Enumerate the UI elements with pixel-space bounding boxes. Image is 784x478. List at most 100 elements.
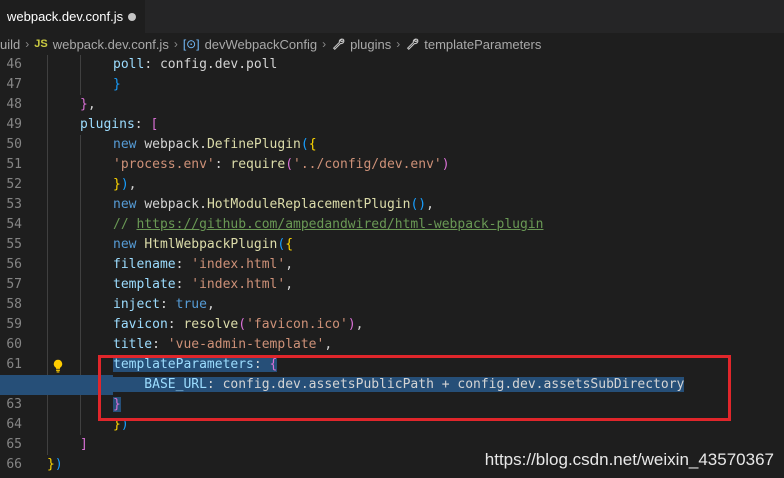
js-file-icon: JS — [34, 38, 48, 50]
line-number: 55 — [6, 237, 22, 252]
code-token: 'process.env' — [113, 157, 215, 172]
code-token: } — [80, 97, 88, 112]
indent-guide — [80, 175, 81, 195]
code-token: https://github.com/ampedandwired/html-we… — [136, 217, 544, 232]
indent-guide — [80, 315, 81, 335]
code-token: : — [167, 317, 184, 332]
indent-guide — [47, 55, 48, 75]
breadcrumb: uild › JS webpack.dev.conf.js › [⊙] devW… — [0, 33, 784, 55]
code-token: : — [134, 117, 151, 132]
code-token: ( — [285, 157, 294, 172]
line-number: 65 — [6, 437, 22, 452]
line-number: 56 — [6, 257, 22, 272]
code-token: ] — [80, 437, 88, 452]
code-line[interactable]: 56 filename: 'index.html', — [0, 255, 784, 275]
line-number: 47 — [6, 77, 22, 92]
indent-guide — [80, 55, 81, 75]
code-token: ) — [54, 457, 63, 472]
code-token: filename — [113, 257, 176, 272]
code-token: // — [113, 217, 137, 232]
line-number: 46 — [6, 57, 22, 72]
line-number: 51 — [6, 157, 22, 172]
code-token: 'favicon.ico' — [246, 317, 348, 332]
indent-guide — [80, 255, 81, 275]
indent-guide — [80, 415, 81, 435]
code-token: 'index.html' — [191, 257, 286, 272]
wrench-icon — [332, 38, 345, 50]
line-number: 60 — [6, 337, 22, 352]
indent-guide — [47, 75, 48, 95]
indent-guide — [47, 95, 48, 115]
code-line[interactable]: 47} — [0, 75, 784, 95]
code-token: 'index.html' — [191, 277, 286, 292]
code-token: [ — [150, 117, 159, 132]
lightbulb-icon[interactable] — [52, 359, 64, 373]
code-token: ) — [418, 197, 427, 212]
line-number: 59 — [6, 317, 22, 332]
code-text: } — [113, 75, 121, 95]
indent-guide — [47, 235, 48, 255]
code-text: new webpack.DefinePlugin({ — [113, 135, 317, 155]
code-line[interactable]: 58 inject: true, — [0, 295, 784, 315]
line-number: 52 — [6, 177, 22, 192]
code-line[interactable]: 52}), — [0, 175, 784, 195]
indent-guide — [47, 275, 48, 295]
code-editor[interactable]: 46 poll: config.dev.poll 47} 48}, 49 plugins:… — [0, 55, 784, 478]
code-line[interactable]: 48}, — [0, 95, 784, 115]
code-line[interactable]: 49 plugins: [ — [0, 115, 784, 135]
code-text: favicon: resolve('favicon.ico'), — [113, 315, 363, 335]
code-token: ( — [300, 137, 309, 152]
indent-guide — [47, 355, 48, 375]
code-token: , — [128, 177, 137, 192]
code-text: 'process.env': require('../config/dev.en… — [113, 155, 450, 175]
code-text: plugins: [ — [80, 115, 158, 135]
indent-guide — [47, 195, 48, 215]
code-line[interactable]: 46 poll: config.dev.poll — [0, 55, 784, 75]
code-token: : — [152, 337, 168, 352]
code-token: inject — [113, 297, 160, 312]
code-text: filename: 'index.html', — [113, 255, 293, 275]
breadcrumb-item-template-parameters[interactable]: templateParameters — [424, 37, 541, 52]
tab-bar: webpack.dev.conf.js — [0, 0, 784, 33]
indent-guide — [47, 315, 48, 335]
code-line[interactable]: 59 favicon: resolve('favicon.ico'), — [0, 315, 784, 335]
code-token: webpack. — [144, 137, 207, 152]
line-number: 54 — [6, 217, 22, 232]
indent-guide — [80, 355, 81, 375]
unsaved-dot-icon[interactable] — [128, 13, 136, 21]
breadcrumb-item-file[interactable]: webpack.dev.conf.js — [53, 37, 169, 52]
indent-guide — [47, 175, 48, 195]
watermark: https://blog.csdn.net/weixin_43570367 — [484, 450, 774, 469]
code-line[interactable]: 51 'process.env': require('../config/dev.… — [0, 155, 784, 175]
code-line[interactable]: 60 title: 'vue-admin-template', — [0, 335, 784, 355]
code-text: title: 'vue-admin-template', — [113, 335, 332, 355]
indent-guide — [47, 135, 48, 155]
indent-guide — [80, 155, 81, 175]
code-token: 'vue-admin-template' — [167, 337, 325, 352]
code-token: favicon — [113, 317, 168, 332]
code-token: ) — [347, 317, 356, 332]
wrench-icon — [407, 38, 419, 50]
code-line[interactable]: 57 template: 'index.html', — [0, 275, 784, 295]
indent-guide — [80, 135, 81, 155]
tab-webpack-dev-conf[interactable]: webpack.dev.conf.js — [0, 0, 145, 33]
code-line[interactable]: 50 new webpack.DefinePlugin({ — [0, 135, 784, 155]
code-token: , — [355, 317, 364, 332]
code-token: , — [87, 97, 96, 112]
code-token: , — [206, 297, 215, 312]
code-line[interactable]: 53 new webpack.HotModuleReplacementPlugin… — [0, 195, 784, 215]
breadcrumb-item-folder[interactable]: uild — [0, 37, 20, 52]
code-line[interactable]: 54 // https://github.com/ampedandwired/ht… — [0, 215, 784, 235]
line-number: 48 — [6, 97, 22, 112]
indent-guide — [80, 75, 81, 95]
code-token: { — [308, 137, 317, 152]
code-line[interactable]: 55 new HtmlWebpackPlugin({ — [0, 235, 784, 255]
breadcrumb-item-plugins[interactable]: plugins — [350, 37, 391, 52]
indent-guide — [47, 155, 48, 175]
code-text: poll: config.dev.poll — [113, 55, 277, 75]
chevron-right-icon: › — [396, 37, 401, 51]
code-token: } — [47, 457, 55, 472]
code-token: template — [113, 277, 176, 292]
line-number: 49 — [6, 117, 22, 132]
breadcrumb-item-config[interactable]: devWebpackConfig — [205, 37, 318, 52]
